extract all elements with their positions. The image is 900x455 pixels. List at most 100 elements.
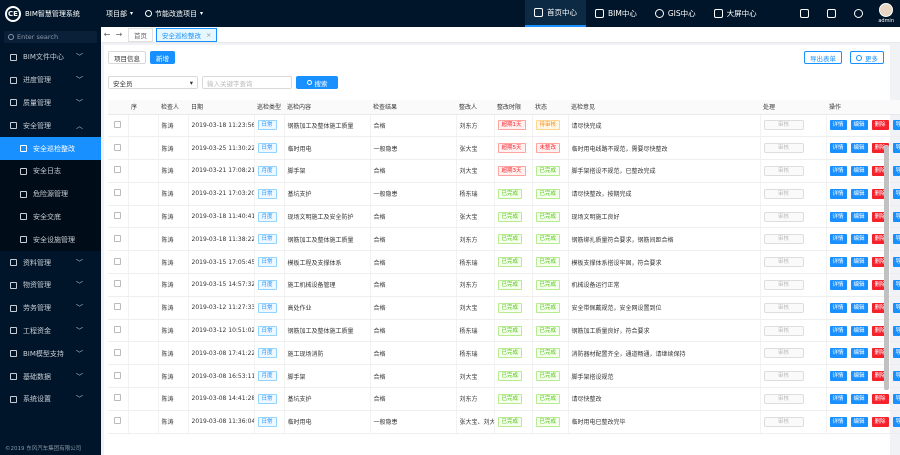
sidebar-item[interactable]: BIM文件中心 ﹀ xyxy=(0,46,101,69)
review-button[interactable]: 审核 xyxy=(763,302,804,313)
export-row-button[interactable]: 导出 xyxy=(892,188,900,199)
sidebar-item[interactable]: 安全设施管理 xyxy=(0,228,101,252)
export-row-button[interactable]: 导出 xyxy=(892,165,900,176)
close-icon[interactable]: × xyxy=(206,31,211,39)
detail-button[interactable]: 详情 xyxy=(829,143,847,154)
detail-button[interactable]: 详情 xyxy=(829,120,847,131)
review-button[interactable]: 审核 xyxy=(763,279,804,290)
export-row-button[interactable]: 导出 xyxy=(892,416,900,427)
edit-button[interactable]: 编辑 xyxy=(850,416,868,427)
review-button[interactable]: 审核 xyxy=(763,393,804,404)
review-button[interactable]: 审核 xyxy=(763,371,804,382)
detail-button[interactable]: 详情 xyxy=(829,325,847,336)
row-checkbox[interactable] xyxy=(114,280,122,288)
sidebar-item[interactable]: 系统设置 ﹀ xyxy=(0,388,101,411)
sidebar-item[interactable]: 安全管理 ︿ xyxy=(0,114,101,137)
fullscreen-icon[interactable] xyxy=(800,9,810,18)
delete-button[interactable]: 删除 xyxy=(871,120,889,131)
edit-button[interactable]: 编辑 xyxy=(850,234,868,245)
bell-icon[interactable] xyxy=(854,9,864,18)
back-arrow-icon[interactable]: ← xyxy=(101,30,113,39)
sidebar-item[interactable]: 安全交底 xyxy=(0,205,101,229)
export-row-button[interactable]: 导出 xyxy=(892,393,900,404)
company-select[interactable]: 项目部 ▾ xyxy=(106,9,133,19)
row-checkbox[interactable] xyxy=(114,326,122,334)
row-checkbox[interactable] xyxy=(114,143,122,151)
edit-button[interactable]: 编辑 xyxy=(850,165,868,176)
detail-button[interactable]: 详情 xyxy=(829,211,847,222)
export-row-button[interactable]: 导出 xyxy=(892,211,900,222)
review-button[interactable]: 审核 xyxy=(763,188,804,199)
detail-button[interactable]: 详情 xyxy=(829,348,847,359)
scrollbar[interactable] xyxy=(884,145,889,390)
detail-button[interactable]: 详情 xyxy=(829,279,847,290)
more-button[interactable]: 更多 xyxy=(850,51,884,64)
review-button[interactable]: 审核 xyxy=(763,165,804,176)
detail-button[interactable]: 详情 xyxy=(829,302,847,313)
review-button[interactable]: 审核 xyxy=(763,348,804,359)
row-checkbox[interactable] xyxy=(114,212,122,220)
edit-button[interactable]: 编辑 xyxy=(850,325,868,336)
project-select[interactable]: 节能改造项目 ▾ xyxy=(145,9,203,19)
keyword-input[interactable]: 输入关键字查询 xyxy=(202,76,292,89)
row-checkbox[interactable] xyxy=(114,417,122,425)
sidebar-item[interactable]: 资料管理 ﹀ xyxy=(0,251,101,274)
export-row-button[interactable]: 导出 xyxy=(892,371,900,382)
search-button[interactable]: 搜索 xyxy=(296,76,338,89)
edit-button[interactable]: 编辑 xyxy=(850,302,868,313)
export-row-button[interactable]: 导出 xyxy=(892,325,900,336)
edit-button[interactable]: 编辑 xyxy=(850,120,868,131)
row-checkbox[interactable] xyxy=(114,303,122,311)
delete-button[interactable]: 删除 xyxy=(871,393,889,404)
tab-home[interactable]: 首页 xyxy=(128,27,153,42)
project-info-button[interactable]: 项目信息 xyxy=(108,51,146,64)
export-row-button[interactable]: 导出 xyxy=(892,143,900,154)
export-row-button[interactable]: 导出 xyxy=(892,302,900,313)
forward-arrow-icon[interactable]: → xyxy=(113,30,125,39)
sidebar-item[interactable]: 物资管理 ﹀ xyxy=(0,274,101,297)
edit-button[interactable]: 编辑 xyxy=(850,211,868,222)
row-checkbox[interactable] xyxy=(114,189,122,197)
sidebar-item[interactable]: 劳务管理 ﹀ xyxy=(0,297,101,320)
tab-safety-inspection[interactable]: 安全巡检整改 × xyxy=(156,27,218,42)
add-button[interactable]: 新增 xyxy=(150,51,175,64)
review-button[interactable]: 审核 xyxy=(763,416,804,427)
edit-button[interactable]: 编辑 xyxy=(850,371,868,382)
sidebar-item[interactable]: 安全日志 xyxy=(0,159,101,183)
sidebar-item[interactable]: 危险源管理 xyxy=(0,182,101,206)
sidebar-item[interactable]: 工程资金 ﹀ xyxy=(0,320,101,343)
sidebar-item[interactable]: 质量管理 ﹀ xyxy=(0,92,101,115)
detail-button[interactable]: 详情 xyxy=(829,371,847,382)
detail-button[interactable]: 详情 xyxy=(829,234,847,245)
edit-button[interactable]: 编辑 xyxy=(850,348,868,359)
review-button[interactable]: 审核 xyxy=(763,257,804,268)
sidebar-search[interactable]: Enter search xyxy=(4,31,97,43)
export-row-button[interactable]: 导出 xyxy=(892,234,900,245)
sidebar-item[interactable]: BIM模型支持 ﹀ xyxy=(0,342,101,365)
row-checkbox[interactable] xyxy=(114,257,122,265)
export-row-button[interactable]: 导出 xyxy=(892,257,900,268)
delete-button[interactable]: 删除 xyxy=(871,416,889,427)
nav-bim[interactable]: BIM中心 xyxy=(586,0,646,27)
edit-button[interactable]: 编辑 xyxy=(850,393,868,404)
review-button[interactable]: 审核 xyxy=(763,120,804,131)
export-button[interactable]: 导出表单 xyxy=(804,51,842,64)
review-button[interactable]: 审核 xyxy=(763,325,804,336)
export-row-button[interactable]: 导出 xyxy=(892,279,900,290)
nav-home[interactable]: 首页中心 xyxy=(525,0,586,27)
review-button[interactable]: 审核 xyxy=(763,143,804,154)
sidebar-item[interactable]: 进度管理 ﹀ xyxy=(0,69,101,92)
detail-button[interactable]: 详情 xyxy=(829,257,847,268)
detail-button[interactable]: 详情 xyxy=(829,393,847,404)
role-select[interactable]: 安全员 ▾ xyxy=(108,76,198,89)
edit-button[interactable]: 编辑 xyxy=(850,143,868,154)
row-checkbox[interactable] xyxy=(114,120,122,128)
edit-button[interactable]: 编辑 xyxy=(850,257,868,268)
review-button[interactable]: 审核 xyxy=(763,234,804,245)
sidebar-item[interactable]: 安全巡检整改 xyxy=(0,137,101,160)
detail-button[interactable]: 详情 xyxy=(829,165,847,176)
user-menu[interactable]: admin xyxy=(878,3,894,24)
edit-button[interactable]: 编辑 xyxy=(850,279,868,290)
export-row-button[interactable]: 导出 xyxy=(892,120,900,131)
row-checkbox[interactable] xyxy=(114,234,122,242)
